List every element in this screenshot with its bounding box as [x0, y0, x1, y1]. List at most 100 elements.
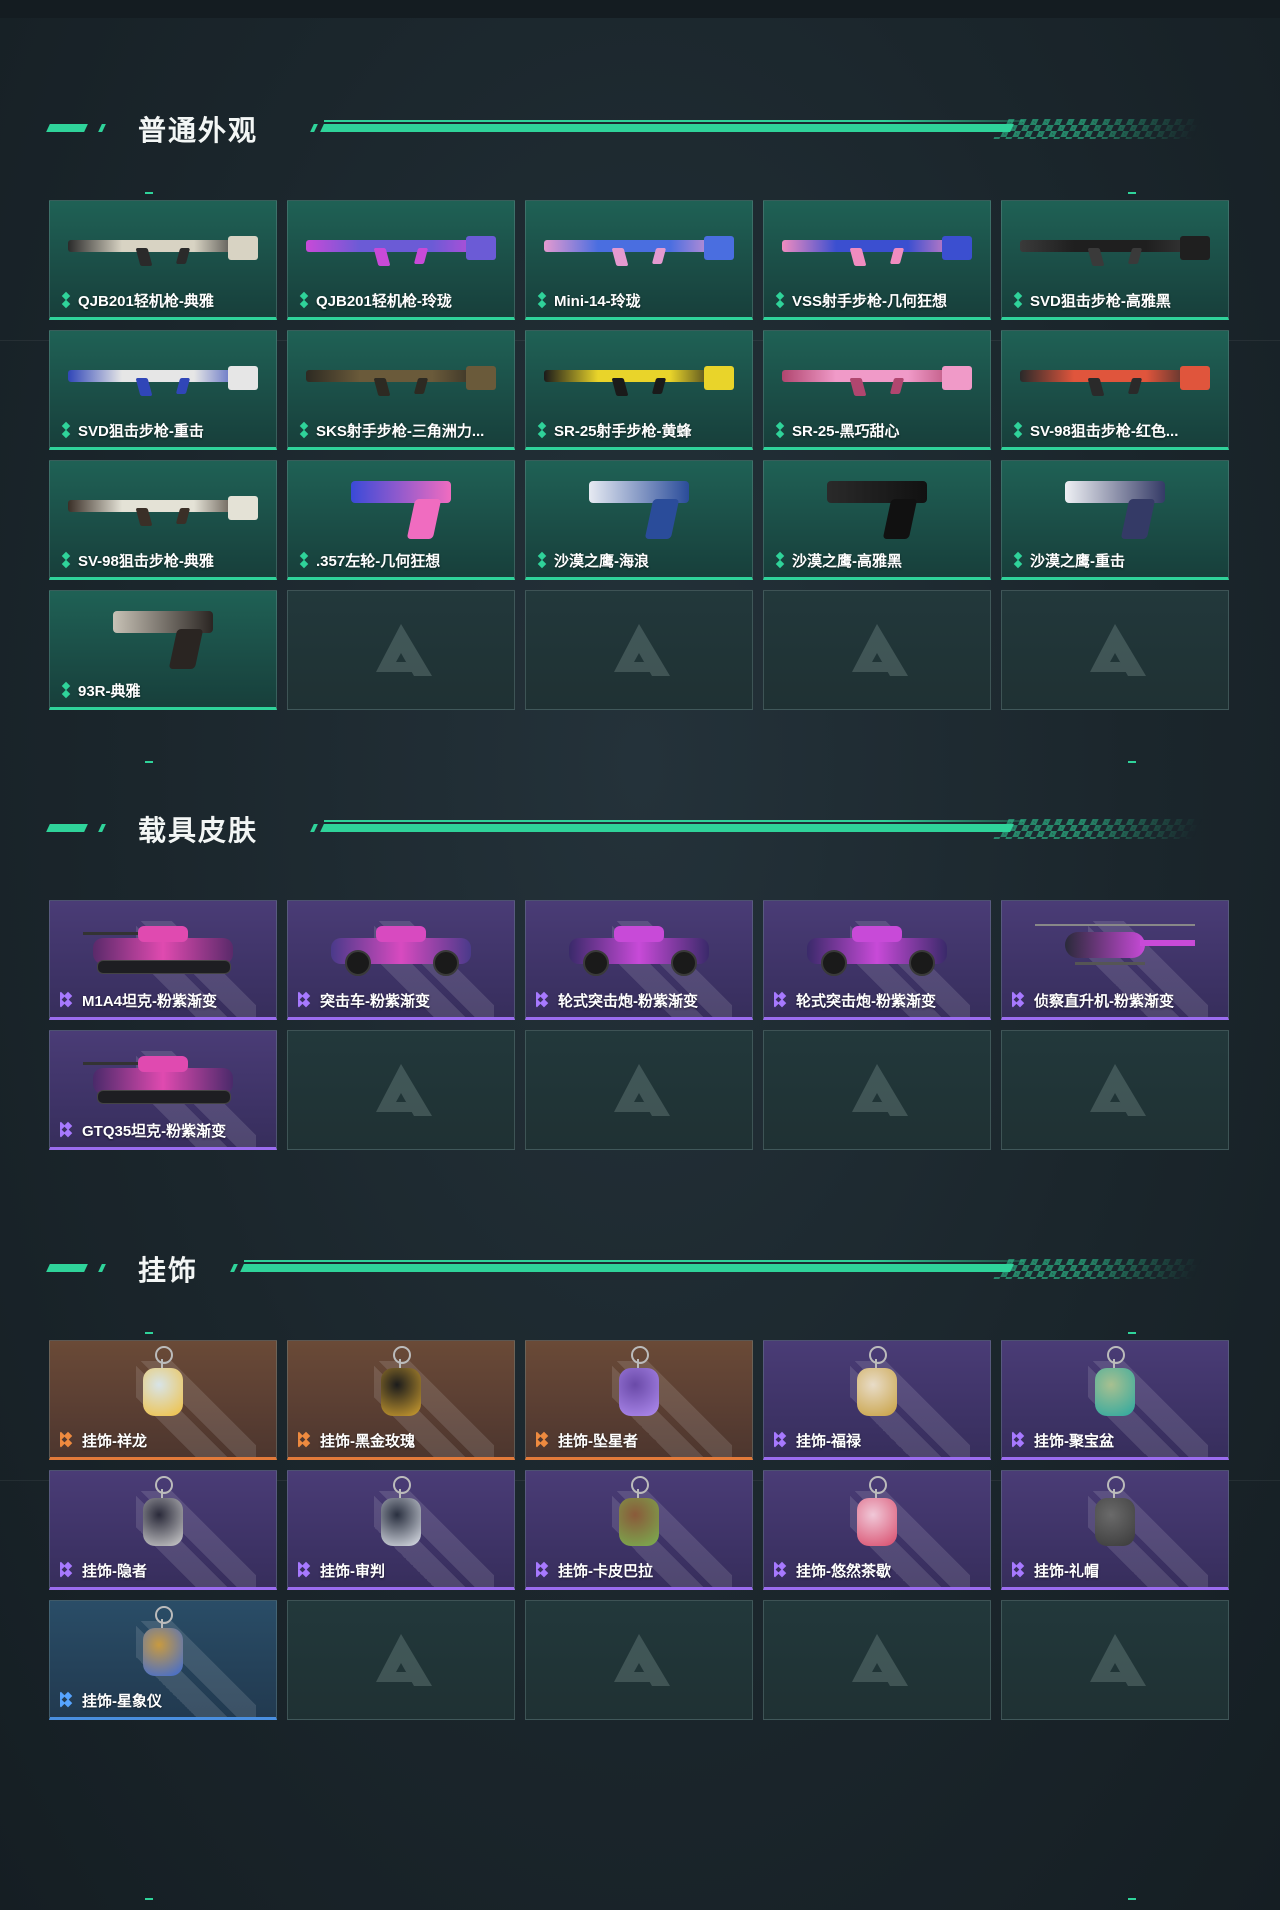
item-image [1012, 471, 1218, 541]
header-bar [320, 824, 1014, 832]
weapon-skin-card[interactable]: QJB201轻机枪-玲珑 [287, 200, 515, 320]
header-accent [310, 124, 318, 132]
vehicle-skin-card[interactable]: 突击车-粉紫渐变 [287, 900, 515, 1020]
item-image [1012, 341, 1218, 411]
charm-pendant-icon [609, 1476, 669, 1556]
charm-card[interactable]: 挂饰-卡皮巴拉 [525, 1470, 753, 1590]
rarity-diamond-icon [774, 1563, 790, 1579]
section-title: 载具皮肤 [138, 814, 259, 847]
vehicle-skin-card[interactable]: GTQ35坦克-粉紫渐变 [49, 1030, 277, 1150]
rarity-diamond-icon [60, 1563, 76, 1579]
charm-card[interactable]: 挂饰-坠星者 [525, 1340, 753, 1460]
item-label-row: SVD狙击步枪-高雅黑 [1012, 290, 1222, 311]
item-label-row: 轮式突击炮-粉紫渐变 [536, 990, 746, 1011]
rarity-diamond-icon [60, 1123, 76, 1139]
empty-slot-logo-icon [376, 1064, 432, 1116]
weapon-skin-card[interactable]: SR-25-黑巧甜心 [763, 330, 991, 450]
weapon-skin-card[interactable]: .357左轮-几何狂想 [287, 460, 515, 580]
pistol-icon [817, 471, 937, 541]
item-label-row: 挂饰-审判 [298, 1560, 508, 1581]
empty-slot-logo-icon [852, 1064, 908, 1116]
item-name: 沙漠之鹰-高雅黑 [792, 553, 902, 570]
item-image [774, 1476, 980, 1551]
item-name: VSS射手步枪-几何狂想 [792, 293, 948, 310]
weapon-skin-card[interactable]: 沙漠之鹰-重击 [1001, 460, 1229, 580]
charm-card[interactable]: 挂饰-星象仪 [49, 1600, 277, 1720]
item-name: QJB201轻机枪-典雅 [78, 293, 214, 310]
item-label-row: QJB201轻机枪-典雅 [60, 290, 270, 311]
item-name: GTQ35坦克-粉紫渐变 [82, 1123, 227, 1140]
item-image [298, 211, 504, 281]
item-image [60, 341, 266, 411]
weapon-skin-card[interactable]: QJB201轻机枪-典雅 [49, 200, 277, 320]
charm-card[interactable]: 挂饰-悠然茶歇 [763, 1470, 991, 1590]
item-image [1012, 1346, 1218, 1421]
charm-pendant-icon [847, 1346, 907, 1426]
header-accent [98, 1264, 106, 1272]
weapon-skin-card[interactable]: VSS射手步枪-几何狂想 [763, 200, 991, 320]
weapon-skin-card[interactable]: Mini-14-玲珑 [525, 200, 753, 320]
empty-slot [525, 590, 753, 710]
charm-card[interactable]: 挂饰-隐者 [49, 1470, 277, 1590]
empty-slot-logo-icon [1090, 1064, 1146, 1116]
section-title: 普通外观 [138, 114, 259, 147]
item-label-row: SV-98狙击步枪-典雅 [60, 550, 270, 571]
section-header-vehicles: 载具皮肤 [46, 807, 1203, 847]
charm-card[interactable]: 挂饰-福禄 [763, 1340, 991, 1460]
rarity-diamond-icon [536, 993, 552, 1009]
item-name: 挂饰-悠然茶歇 [796, 1563, 891, 1580]
rarity-diamond-icon [1012, 993, 1028, 1009]
charm-pendant-icon [609, 1346, 669, 1426]
rarity-diamond-icon [298, 1433, 314, 1449]
item-label-row: SR-25-黑巧甜心 [774, 420, 984, 441]
weapon-skin-card[interactable]: SVD狙击步枪-高雅黑 [1001, 200, 1229, 320]
item-name: 挂饰-聚宝盆 [1034, 1433, 1114, 1450]
empty-slot-logo-icon [614, 1634, 670, 1686]
weapon-skin-card[interactable]: SV-98狙击步枪-红色... [1001, 330, 1229, 450]
header-accent [46, 824, 88, 832]
charm-card[interactable]: 挂饰-聚宝盆 [1001, 1340, 1229, 1460]
rarity-diamond-icon [60, 553, 72, 569]
rifle-icon [544, 356, 734, 396]
empty-slot [763, 590, 991, 710]
item-label-row: SV-98狙击步枪-红色... [1012, 420, 1222, 441]
item-label-row: 突击车-粉紫渐变 [298, 990, 508, 1011]
item-label-row: 沙漠之鹰-重击 [1012, 550, 1222, 571]
weapon-skin-card[interactable]: SV-98狙击步枪-典雅 [49, 460, 277, 580]
item-image [60, 601, 266, 671]
vehicle-skin-card[interactable]: M1A4坦克-粉紫渐变 [49, 900, 277, 1020]
item-image [536, 911, 742, 981]
charm-pendant-icon [133, 1346, 193, 1426]
item-label-row: .357左轮-几何狂想 [298, 550, 508, 571]
charm-card[interactable]: 挂饰-祥龙 [49, 1340, 277, 1460]
item-label-row: 挂饰-坠星者 [536, 1430, 746, 1451]
weapon-skin-card[interactable]: SKS射手步枪-三角洲力... [287, 330, 515, 450]
item-image [60, 1346, 266, 1421]
item-name: 挂饰-卡皮巴拉 [558, 1563, 653, 1580]
item-image [298, 341, 504, 411]
weapon-skin-card[interactable]: SVD狙击步枪-重击 [49, 330, 277, 450]
item-image [60, 911, 266, 981]
weapon-skin-card[interactable]: 93R-典雅 [49, 590, 277, 710]
weapon-skin-card[interactable]: 沙漠之鹰-海浪 [525, 460, 753, 580]
item-image [60, 1606, 266, 1681]
rarity-diamond-icon [298, 1563, 314, 1579]
armored-car-icon [321, 916, 481, 976]
item-label-row: 挂饰-悠然茶歇 [774, 1560, 984, 1581]
vehicle-skin-card[interactable]: 侦察直升机-粉紫渐变 [1001, 900, 1229, 1020]
rarity-diamond-icon [1012, 293, 1024, 309]
empty-slot [525, 1600, 753, 1720]
item-image [298, 1476, 504, 1551]
tank-icon [83, 1046, 243, 1106]
vehicle-skin-card[interactable]: 轮式突击炮-粉紫渐变 [525, 900, 753, 1020]
item-image [774, 1346, 980, 1421]
vehicle-skin-card[interactable]: 轮式突击炮-粉紫渐变 [763, 900, 991, 1020]
header-accent [98, 824, 106, 832]
charm-card[interactable]: 挂饰-审判 [287, 1470, 515, 1590]
charm-card[interactable]: 挂饰-礼帽 [1001, 1470, 1229, 1590]
item-label-row: 挂饰-礼帽 [1012, 1560, 1222, 1581]
weapon-skin-card[interactable]: 沙漠之鹰-高雅黑 [763, 460, 991, 580]
empty-slot [763, 1030, 991, 1150]
weapon-skin-card[interactable]: SR-25射手步枪-黄蜂 [525, 330, 753, 450]
charm-card[interactable]: 挂饰-黑金玫瑰 [287, 1340, 515, 1460]
